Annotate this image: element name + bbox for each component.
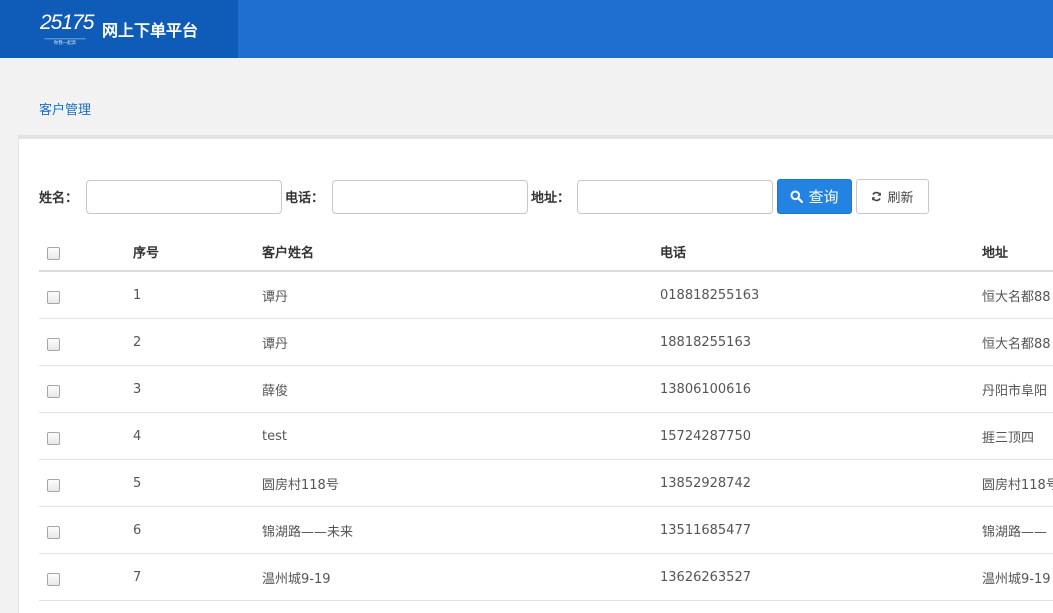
table-row[interactable]: 3 薛俊 13806100616 丹阳市阜阳 [39,366,1053,413]
table-row[interactable]: 7 温州城9-19 13626263527 温州城9-19 [39,554,1053,601]
row-customer-name: 薛俊 [262,383,289,399]
row-address: 恒大名都88 [982,289,1051,305]
query-button[interactable]: 查询 [777,179,852,214]
refresh-icon [871,191,882,202]
brand-area[interactable]: 25175 你我一起奔 网上下单平台 [0,0,238,58]
table-row[interactable]: 6 锦湖路——未来 13511685477 锦湖路—— [39,507,1053,554]
row-address: 恒大名都88 [982,336,1051,352]
row-address: 捱三顶四 [982,430,1035,446]
row-customer-name: 温州城9-19 [262,571,331,587]
row-select-cell [47,460,63,506]
address-label: 地址： [531,191,571,206]
table-header-row: 序号 客户姓名 电话 地址 [39,232,1053,272]
customer-table: 序号 客户姓名 电话 地址 1 谭丹 018818255163 恒大名都88 2… [39,232,1053,601]
table-row[interactable]: 2 谭丹 18818255163 恒大名都88 [39,319,1053,366]
row-checkbox[interactable] [47,290,60,304]
row-address: 锦湖路—— [982,524,1048,540]
row-index: 5 [133,475,142,491]
breadcrumb-customer-management[interactable]: 客户管理 [39,99,91,118]
row-customer-name: 锦湖路——未来 [262,524,354,540]
row-checkbox[interactable] [47,431,60,445]
column-header-phone[interactable]: 电话 [660,232,960,270]
search-icon [790,190,804,203]
row-select-cell [47,507,63,553]
row-customer-name: 谭丹 [262,289,289,305]
logo-number: 25175 [40,11,94,34]
row-select-cell [47,319,63,365]
row-phone: 018818255163 [660,287,760,303]
row-index: 6 [133,522,142,538]
phone-label: 电话： [285,191,325,206]
address-input[interactable] [577,180,773,214]
logo-tagline: 你我一起奔 [44,38,86,46]
column-header-index[interactable]: 序号 [133,232,233,270]
row-phone: 13806100616 [660,381,751,397]
row-phone: 13511685477 [660,522,751,538]
row-index: 7 [133,569,142,585]
row-checkbox[interactable] [47,337,60,351]
table-row[interactable]: 4 test 15724287750 捱三顶四 [39,413,1053,460]
row-select-cell [47,413,63,459]
row-customer-name: 谭丹 [262,336,289,352]
row-address: 温州城9-19 [982,571,1051,587]
row-address: 圆房村118号 [982,477,1053,493]
row-phone: 13626263527 [660,569,751,585]
app-title: 网上下单平台 [102,21,199,40]
row-select-cell [47,272,63,318]
row-address: 丹阳市阜阳 [982,383,1048,399]
top-header-bar: 25175 你我一起奔 网上下单平台 [0,0,1053,58]
row-checkbox[interactable] [47,478,60,492]
row-index: 4 [133,428,142,444]
row-index: 1 [133,287,142,303]
row-checkbox[interactable] [47,525,60,539]
row-customer-name: 圆房村118号 [262,477,339,493]
row-checkbox[interactable] [47,572,60,586]
row-customer-name: test [262,428,287,444]
row-select-cell [47,366,63,412]
query-label: 查询 [808,188,839,206]
column-header-customer-name[interactable]: 客户姓名 [262,232,642,270]
table-row[interactable]: 5 圆房村118号 13852928742 圆房村118号 [39,460,1053,507]
phone-input[interactable] [332,180,528,214]
row-phone: 18818255163 [660,334,751,350]
row-index: 3 [133,381,142,397]
logo: 25175 你我一起奔 [36,8,94,50]
column-header-address[interactable]: 地址 [982,232,1053,270]
refresh-label: 刷新 [887,191,914,206]
name-label: 姓名： [39,191,79,206]
row-phone: 15724287750 [660,428,751,444]
row-index: 2 [133,334,142,350]
select-all-checkbox[interactable] [47,246,60,260]
table-row[interactable]: 1 谭丹 018818255163 恒大名都88 [39,272,1053,319]
header-select-all-cell [47,232,63,270]
row-checkbox[interactable] [47,384,60,398]
refresh-button[interactable]: 刷新 [856,179,929,214]
name-input[interactable] [86,180,282,214]
row-select-cell [47,554,63,600]
row-phone: 13852928742 [660,475,751,491]
